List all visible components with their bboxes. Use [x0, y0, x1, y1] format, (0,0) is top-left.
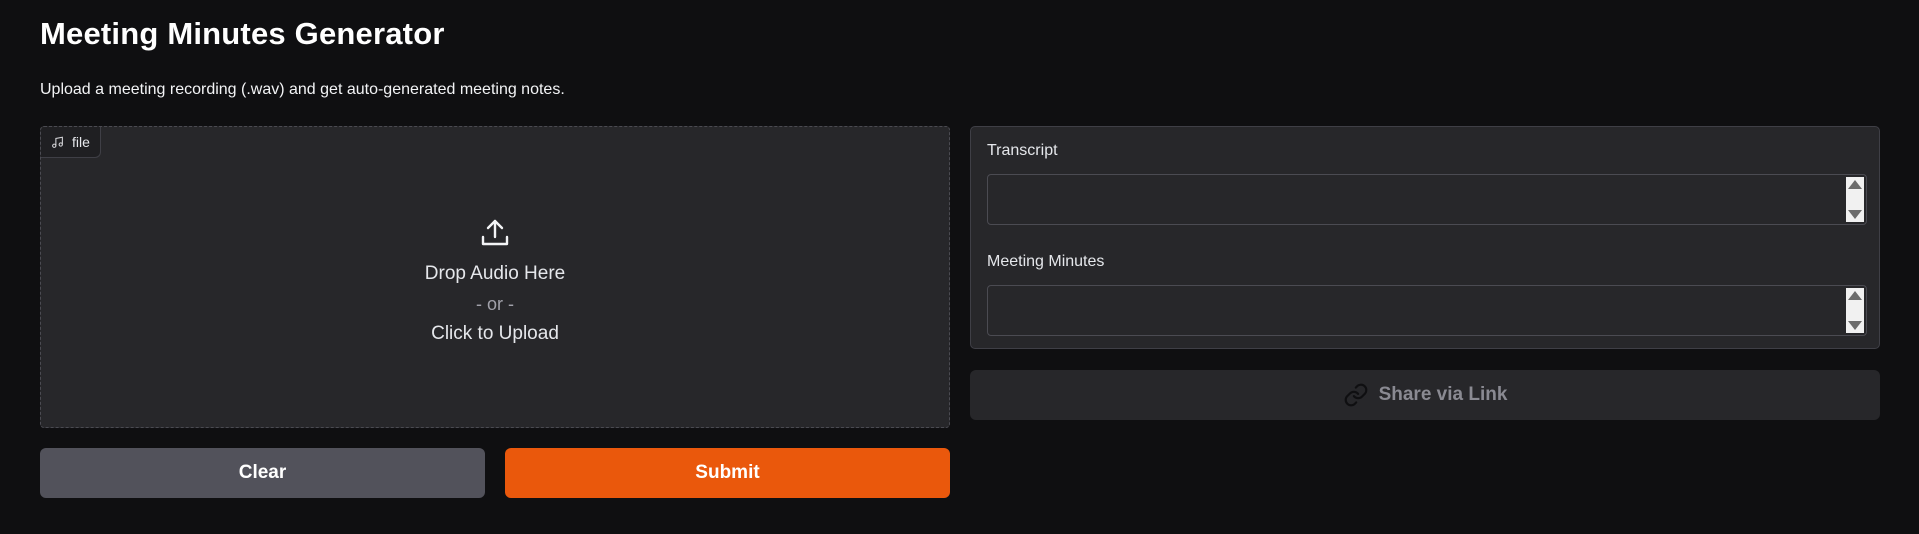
share-via-link-button[interactable]: Share via Link	[970, 370, 1880, 420]
link-icon	[1344, 383, 1367, 407]
meeting-minutes-scrollbar[interactable]	[1846, 288, 1864, 333]
drop-audio-text: Drop Audio Here	[424, 263, 566, 284]
click-to-upload-text: Click to Upload	[431, 323, 559, 344]
scroll-down-arrow-icon[interactable]	[1848, 210, 1862, 219]
app-root: Meeting Minutes Generator Upload a meeti…	[0, 0, 1919, 534]
scroll-up-arrow-icon[interactable]	[1848, 291, 1862, 300]
music-note-icon	[52, 136, 63, 148]
drop-prompt: Drop Audio Here - or - Click to Upload	[41, 217, 949, 349]
page-description: Upload a meeting recording (.wav) and ge…	[40, 81, 565, 98]
outputs-panel: Transcript Meeting Minutes	[970, 126, 1880, 349]
meeting-minutes-textbox[interactable]	[987, 285, 1867, 336]
or-separator: - or -	[476, 294, 514, 314]
file-chip-label: file	[72, 134, 90, 150]
clear-button[interactable]: Clear	[40, 448, 485, 498]
file-input-chip: file	[41, 127, 101, 158]
transcript-label: Transcript	[987, 142, 1058, 159]
share-via-link-label: Share via Link	[1378, 384, 1508, 405]
submit-button[interactable]: Submit	[505, 448, 950, 498]
upload-icon	[481, 219, 509, 246]
scroll-down-arrow-icon[interactable]	[1848, 321, 1862, 330]
scroll-up-arrow-icon[interactable]	[1848, 180, 1862, 189]
transcript-scrollbar[interactable]	[1846, 177, 1864, 222]
transcript-textbox[interactable]	[987, 174, 1867, 225]
meeting-minutes-label: Meeting Minutes	[987, 253, 1105, 270]
page-title: Meeting Minutes Generator	[40, 16, 445, 51]
audio-upload-dropzone[interactable]: file Drop Audio Here - or - Click to Upl…	[40, 126, 950, 428]
